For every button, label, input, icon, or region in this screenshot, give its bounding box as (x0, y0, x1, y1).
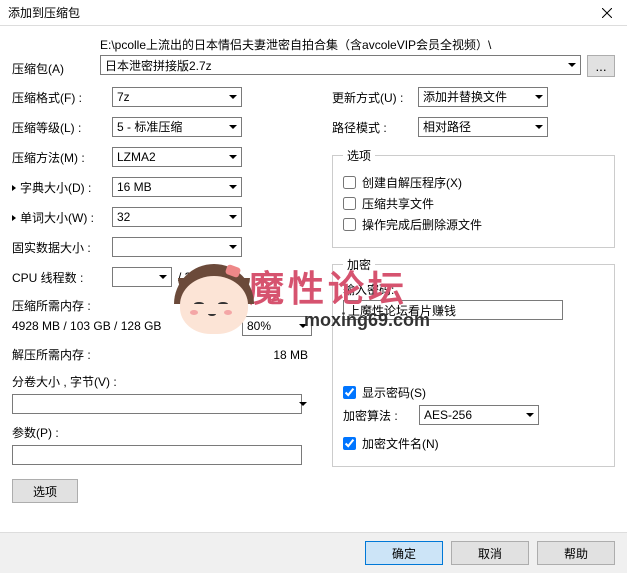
cancel-button[interactable]: 取消 (451, 541, 529, 565)
word-select[interactable]: 32 (112, 207, 242, 227)
close-icon (602, 8, 612, 18)
help-button[interactable]: 帮助 (537, 541, 615, 565)
params-input[interactable] (12, 445, 302, 465)
word-label: 单词大小(W) : (12, 209, 112, 226)
solid-select[interactable] (112, 237, 242, 257)
password-input[interactable] (343, 300, 563, 320)
mem-decompress-label: 解压所需内存 : (12, 346, 112, 363)
pathmode-select[interactable]: 相对路径 (418, 117, 548, 137)
dict-select[interactable]: 16 MB (112, 177, 242, 197)
shared-label: 压缩共享文件 (362, 195, 434, 212)
enc-method-select[interactable]: AES-256 (419, 405, 539, 425)
params-label: 参数(P) : (12, 424, 59, 441)
format-select[interactable]: 7z (112, 87, 242, 107)
format-label: 压缩格式(F) : (12, 89, 112, 106)
bottom-bar: 确定 取消 帮助 (0, 532, 627, 573)
enc-method-label: 加密算法 : (343, 407, 419, 424)
options-legend: 选项 (343, 147, 375, 164)
threads-label: CPU 线程数 : (12, 269, 112, 286)
encryption-legend: 加密 (343, 256, 375, 273)
solid-label: 固实数据大小 : (12, 239, 112, 256)
archive-label: 压缩包(A) (12, 60, 92, 77)
options-button[interactable]: 选项 (12, 479, 78, 503)
enc-filenames-label: 加密文件名(N) (362, 435, 439, 452)
titlebar: 添加到压缩包 (0, 0, 627, 26)
split-label: 分卷大小 , 字节(V) : (12, 373, 117, 390)
level-label: 压缩等级(L) : (12, 119, 112, 136)
password-label: 输入密码: (343, 281, 604, 298)
method-select[interactable]: LZMA2 (112, 147, 242, 167)
delete-label: 操作完成后删除源文件 (362, 216, 482, 233)
update-select[interactable]: 添加并替换文件 (418, 87, 548, 107)
show-password-label: 显示密码(S) (362, 384, 426, 401)
sfx-checkbox[interactable] (343, 176, 356, 189)
close-button[interactable] (587, 0, 627, 26)
update-label: 更新方式(U) : (332, 89, 418, 106)
mem-compress-value: 4928 MB / 103 GB / 128 GB (12, 319, 161, 333)
threads-total: / 32 (178, 270, 198, 284)
encryption-fieldset: 加密 输入密码: 显示密码(S) 加密算法 :AES-256 加密文件名(N) (332, 256, 615, 467)
level-select[interactable]: 5 - 标准压缩 (112, 117, 242, 137)
dict-label: 字典大小(D) : (12, 179, 112, 196)
sfx-label: 创建自解压程序(X) (362, 174, 462, 191)
ok-button[interactable]: 确定 (365, 541, 443, 565)
options-fieldset: 选项 创建自解压程序(X) 压缩共享文件 操作完成后删除源文件 (332, 147, 615, 248)
enc-filenames-checkbox[interactable] (343, 437, 356, 450)
pathmode-label: 路径模式 : (332, 119, 418, 136)
split-input[interactable] (12, 394, 302, 414)
show-password-checkbox[interactable] (343, 386, 356, 399)
method-label: 压缩方法(M) : (12, 149, 112, 166)
archive-filename-input[interactable] (100, 55, 581, 75)
browse-button[interactable]: ... (587, 55, 615, 77)
mem-compress-label: 压缩所需内存 : (12, 297, 312, 314)
window-title: 添加到压缩包 (8, 4, 80, 21)
shared-checkbox[interactable] (343, 197, 356, 210)
mem-percent-select[interactable]: 80% (242, 316, 312, 336)
threads-select[interactable] (112, 267, 172, 287)
mem-decompress-value: 18 MB (273, 348, 312, 362)
archive-path: E:\pcolle上流出的日本情侣夫妻泄密自拍合集（含avcoleVIP会员全视… (100, 36, 615, 53)
delete-checkbox[interactable] (343, 218, 356, 231)
